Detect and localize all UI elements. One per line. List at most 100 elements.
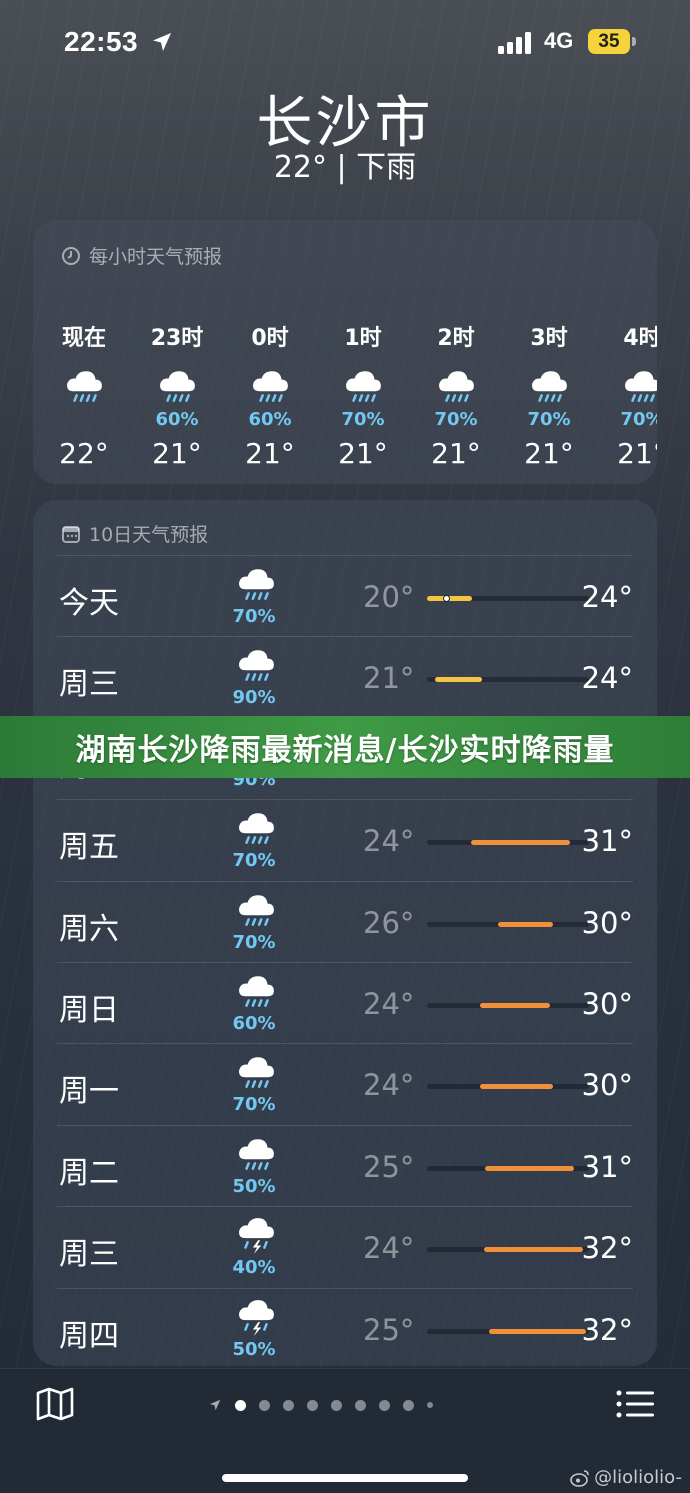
daily-forecast-title: 10日天气预报 bbox=[61, 520, 208, 547]
status-time: 22:53 bbox=[64, 26, 139, 57]
low-temp: 24° bbox=[363, 1231, 415, 1266]
watermark: @lioliolio- bbox=[570, 1467, 682, 1488]
temp-range-fill bbox=[483, 1247, 583, 1253]
low-temp: 26° bbox=[363, 905, 415, 940]
precip-chance: 70% bbox=[620, 409, 657, 430]
hour-temp: 21° bbox=[245, 437, 295, 470]
hour-label: 3时 bbox=[530, 326, 568, 351]
day-name: 周一 bbox=[59, 1074, 119, 1110]
precip-chance: 70% bbox=[232, 1094, 276, 1116]
low-temp: 24° bbox=[363, 824, 415, 859]
day-row[interactable]: 周四 50% 25° 32° bbox=[57, 1287, 633, 1369]
day-row[interactable]: 周一 70% 24° 30° bbox=[57, 1043, 633, 1124]
battery-icon: 35 bbox=[588, 29, 630, 54]
precip-chance: 60% bbox=[248, 409, 292, 430]
home-indicator[interactable] bbox=[222, 1474, 468, 1482]
temp-range-bar bbox=[427, 1165, 589, 1171]
hour-temp: 22° bbox=[59, 437, 109, 470]
hour-label: 现在 bbox=[61, 326, 106, 351]
day-name: 周二 bbox=[59, 1155, 119, 1191]
temp-range-bar bbox=[427, 840, 589, 846]
bottom-toolbar: @lioliolio- bbox=[0, 1368, 690, 1493]
hourly-item: 0时 60% 21° bbox=[224, 320, 316, 470]
network-type: 4G bbox=[544, 28, 574, 53]
day-name: 周日 bbox=[59, 993, 119, 1028]
clock-icon bbox=[62, 246, 80, 265]
page-indicator[interactable] bbox=[208, 1397, 488, 1413]
calendar-icon bbox=[62, 525, 80, 543]
day-row[interactable]: 周三 90% 21° 24° bbox=[57, 636, 633, 717]
rain-icon bbox=[38, 360, 130, 408]
precip-chance: 70% bbox=[232, 850, 276, 872]
precip-chance: 70% bbox=[527, 409, 571, 430]
hour-temp: 21° bbox=[152, 437, 202, 470]
hour-label: 0时 bbox=[251, 326, 289, 351]
rain-icon bbox=[235, 564, 277, 606]
high-temp: 30° bbox=[581, 905, 633, 940]
high-temp: 30° bbox=[581, 1068, 633, 1103]
temp-range-bar bbox=[427, 677, 589, 683]
hourly-item: 1时 70% 21° bbox=[317, 320, 409, 470]
precip-chance: 70% bbox=[232, 606, 276, 627]
hourly-item: 4时 70% 21° bbox=[596, 320, 657, 470]
rain-icon bbox=[235, 808, 277, 850]
page-dot bbox=[355, 1399, 366, 1411]
daily-title-text: 10日天气预报 bbox=[89, 524, 209, 546]
temp-range-fill bbox=[485, 1165, 575, 1171]
hourly-forecast-card[interactable]: 每小时天气预报 现在 22° 23时 60% 21° 0时 60% 21° 1时 70% 21° 2时… bbox=[33, 220, 657, 484]
day-row[interactable]: 今天 70% 20° 24° bbox=[57, 555, 633, 636]
rain-icon bbox=[131, 360, 223, 408]
precip-chance: 70% bbox=[341, 409, 385, 430]
rain-icon bbox=[410, 360, 502, 408]
thunderstorm-icon bbox=[235, 1297, 277, 1339]
day-name: 周三 bbox=[59, 667, 119, 703]
rain-icon bbox=[224, 360, 316, 408]
temp-range-fill bbox=[480, 1003, 551, 1008]
precip-chance bbox=[38, 409, 130, 431]
hour-temp: 21° bbox=[431, 437, 481, 470]
hour-label: 4时 bbox=[623, 326, 657, 351]
hourly-item: 23时 60% 21° bbox=[131, 320, 223, 470]
hourly-title-text: 每小时天气预报 bbox=[89, 246, 223, 268]
page-dot bbox=[283, 1399, 294, 1411]
daily-forecast-card[interactable]: 10日天气预报 今天70%20°24°周三90%21°24°周四90%21°26… bbox=[33, 500, 657, 1366]
day-name: 周五 bbox=[59, 830, 119, 866]
signal-icon bbox=[498, 32, 531, 54]
high-temp: 32° bbox=[581, 1231, 633, 1266]
temp-range-fill bbox=[435, 677, 483, 683]
hour-temp: 21° bbox=[617, 437, 657, 470]
map-icon[interactable] bbox=[36, 1387, 74, 1421]
hour-temp: 21° bbox=[338, 437, 388, 470]
battery-tip bbox=[632, 37, 636, 46]
precip-chance: 60% bbox=[155, 409, 199, 430]
high-temp: 31° bbox=[581, 824, 633, 859]
temp-range-bar bbox=[427, 595, 589, 602]
day-row[interactable]: 周二 50% 25° 31° bbox=[57, 1124, 633, 1206]
hour-label: 1时 bbox=[344, 326, 382, 351]
hour-label: 23时 bbox=[150, 326, 204, 351]
day-row[interactable]: 周五 70% 24° 31° bbox=[57, 799, 633, 880]
day-row[interactable]: 周三 40% 24° 32° bbox=[57, 1206, 633, 1287]
rain-icon bbox=[235, 971, 277, 1013]
high-temp: 30° bbox=[581, 987, 633, 1021]
low-temp: 24° bbox=[363, 987, 415, 1021]
day-row[interactable]: 周日 60% 24° 30° bbox=[57, 962, 633, 1043]
temp-range-fill bbox=[470, 840, 570, 846]
temp-range-bar bbox=[427, 1084, 589, 1090]
hourly-item: 现在 22° bbox=[38, 320, 130, 470]
precip-chance: 50% bbox=[232, 1338, 276, 1360]
day-row[interactable]: 周六 70% 26° 30° bbox=[57, 880, 633, 962]
rain-icon bbox=[235, 1134, 277, 1176]
status-bar: 22:53 4G 35 bbox=[0, 22, 690, 62]
thunderstorm-icon bbox=[235, 1215, 277, 1257]
precip-chance: 60% bbox=[232, 1013, 276, 1034]
list-icon[interactable] bbox=[616, 1389, 654, 1419]
precip-chance: 70% bbox=[434, 409, 478, 430]
temp-range-fill bbox=[488, 1328, 586, 1334]
current-conditions: 22° | 下雨 bbox=[273, 150, 417, 185]
banner-text: 湖南长沙降雨最新消息/长沙实时降雨量 bbox=[75, 733, 615, 768]
battery-level: 35 bbox=[598, 31, 620, 52]
page-dot bbox=[307, 1399, 318, 1411]
page-dot bbox=[331, 1399, 342, 1411]
day-name: 今天 bbox=[59, 586, 119, 621]
